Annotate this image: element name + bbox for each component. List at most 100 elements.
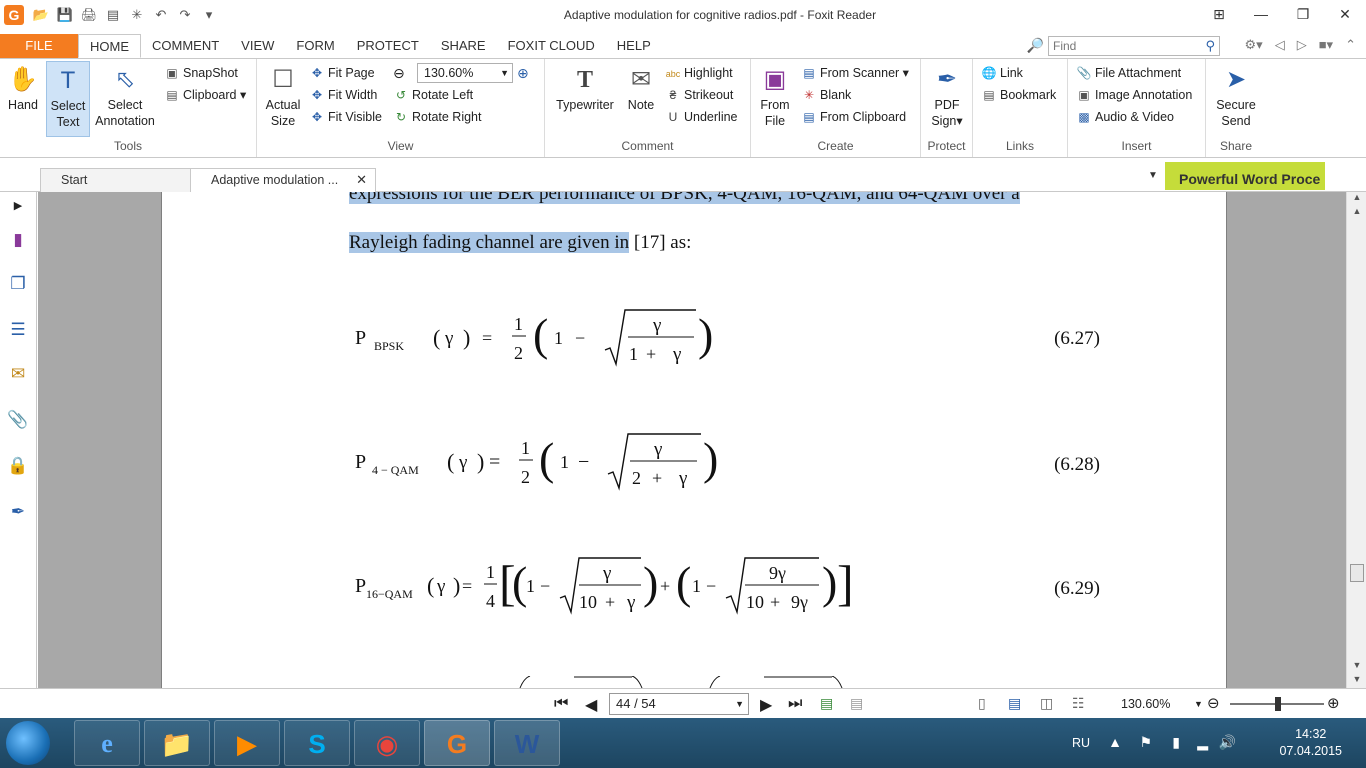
clipboard-button[interactable]: ▤ Clipboard ▾ [164,86,246,104]
zoom-in-icon[interactable]: ⊕ [1327,694,1340,712]
settings-gear-icon[interactable]: ⚙▾ [1245,37,1263,53]
facing-page-icon[interactable]: ◫ [1040,695,1053,712]
layers-panel-icon[interactable]: ☰ [6,318,30,342]
file-explorer-icon[interactable]: 📁 [144,720,210,766]
tab-home[interactable]: HOME [78,34,141,58]
text-line-1[interactable]: expressions for the BER performance of B… [349,192,1020,205]
user-avatar-icon[interactable]: ■▾ [1319,37,1333,53]
close-tab-icon[interactable]: ✕ [356,169,367,191]
blank-button[interactable]: ✳ Blank [801,86,851,104]
scroll-page-down-icon[interactable]: ▼ [1347,660,1366,670]
audio-video-button[interactable]: ▩ Audio & Video [1076,108,1174,126]
find-input[interactable]: Find ⚲ [1048,36,1220,56]
highlight-button[interactable]: abc Highlight [665,64,733,83]
text-line-2[interactable]: Rayleigh fading channel are given in [17… [349,232,691,254]
image-annotation-button[interactable]: ▣ Image Annotation [1076,86,1192,104]
tabs-dropdown-icon[interactable]: ▼ [1148,170,1158,181]
fit-visible-button[interactable]: ✥ Fit Visible [309,108,382,126]
from-file-button[interactable]: ▣ From File [757,61,793,129]
tab-comment[interactable]: COMMENT [141,34,230,58]
tab-view[interactable]: VIEW [230,34,285,58]
minimize-button[interactable]: — [1240,0,1282,28]
zoom-combo[interactable]: 130.60% ▼ [417,63,513,83]
bookmark-button[interactable]: ▤ Bookmark [981,86,1056,104]
vertical-scrollbar[interactable]: ▲ ▲ ▼ ▼ [1346,192,1366,688]
next-view-icon[interactable]: ▤ [850,695,863,712]
foxit-reader-taskbar-icon[interactable]: G [424,720,490,766]
power-icon[interactable]: ▮ [1172,734,1180,751]
rotate-right-button[interactable]: ↻ Rotate Right [393,108,482,126]
pdf-sign-button[interactable]: ✒ PDF Sign▾ [927,61,967,129]
skype-icon[interactable]: S [284,720,350,766]
comments-panel-icon[interactable]: ✉ [6,362,30,386]
tab-file[interactable]: FILE [0,34,78,58]
ribbon-display-icon[interactable]: ⊞ [1198,0,1240,28]
continuous-page-icon[interactable]: ▤ [1008,695,1021,712]
hand-button[interactable]: ✋ Hand [4,61,42,113]
tab-share[interactable]: SHARE [430,34,497,58]
word-icon[interactable]: W [494,720,560,766]
single-page-icon[interactable]: ▯ [978,695,986,712]
tab-current-document[interactable]: Adaptive modulation ... ✕ [190,168,376,192]
chrome-icon[interactable]: ◉ [354,720,420,766]
zoom-in-icon[interactable]: ⊕ [517,64,529,82]
maximize-button[interactable]: ❐ [1282,0,1324,28]
link-button[interactable]: 🌐 Link [981,64,1023,82]
expand-pane-icon[interactable]: ▶ [6,194,30,218]
tab-foxit-cloud[interactable]: FOXIT CLOUD [497,34,606,58]
typewriter-button[interactable]: T Typewriter [551,61,619,113]
clock[interactable]: 14:32 07.04.2015 [1279,726,1342,760]
scroll-down-icon[interactable]: ▼ [1347,674,1366,684]
zoom-dropdown-icon[interactable]: ▼ [1194,699,1203,709]
scroll-up-icon[interactable]: ▲ [1347,192,1366,202]
fit-width-button[interactable]: ✥ Fit Width [309,86,377,104]
page-number-input[interactable]: 44 / 54 ▼ [609,693,749,715]
scrollbar-thumb[interactable] [1350,564,1364,582]
tab-form[interactable]: FORM [285,34,345,58]
document-viewport[interactable]: expressions for the BER performance of B… [38,192,1346,688]
close-button[interactable]: ✕ [1324,0,1366,28]
media-player-icon[interactable]: ▶ [214,720,280,766]
file-attachment-button[interactable]: 📎 File Attachment [1076,64,1182,82]
underline-button[interactable]: U Underline [665,108,738,126]
signatures-panel-icon[interactable]: ✒ [6,500,30,524]
actual-size-button[interactable]: ☐ Actual Size [263,61,303,129]
previous-view-icon[interactable]: ▤ [820,695,833,712]
show-hidden-icons-icon[interactable]: ▲ [1108,734,1122,750]
last-page-icon[interactable]: ⏭ [788,695,802,713]
find-folder-icon[interactable]: 🔎 [1027,37,1044,54]
rotate-left-button[interactable]: ↺ Rotate Left [393,86,473,104]
next-icon[interactable]: ▷ [1297,37,1307,53]
select-text-button[interactable]: T Select Text [46,61,90,137]
select-annotation-button[interactable]: ⬁ Select Annotation [92,61,158,129]
tab-start[interactable]: Start [40,168,192,192]
volume-icon[interactable]: 🔊 [1219,734,1236,751]
tab-help[interactable]: HELP [606,34,662,58]
promo-banner[interactable]: Powerful Word Proce [1165,162,1325,190]
bookmarks-panel-icon[interactable]: ▮ [6,228,30,252]
from-clipboard-button[interactable]: ▤ From Clipboard [801,108,906,126]
previous-icon[interactable]: ◁ [1275,37,1285,53]
zoom-out-icon[interactable]: ⊖ [393,64,405,82]
zoom-out-icon[interactable]: ⊖ [1207,694,1220,712]
start-button[interactable] [6,721,50,765]
attachments-panel-icon[interactable]: 📎 [6,408,30,432]
fit-page-button[interactable]: ✥ Fit Page [309,64,375,82]
action-center-icon[interactable]: ⚑ [1139,734,1152,751]
continuous-facing-icon[interactable]: ☷ [1072,695,1085,712]
secure-send-button[interactable]: ➤ Secure Send [1212,61,1260,129]
next-page-icon[interactable]: ▶ [760,695,772,715]
network-signal-icon[interactable]: ▂ [1197,734,1208,751]
pdf-page[interactable]: expressions for the BER performance of B… [161,192,1227,688]
from-scanner-button[interactable]: ▤ From Scanner ▾ [801,64,909,82]
pages-panel-icon[interactable]: ❐ [6,272,30,296]
language-indicator[interactable]: RU [1072,736,1090,750]
previous-page-icon[interactable]: ◀ [585,695,597,715]
zoom-slider-knob[interactable] [1275,697,1281,711]
tab-protect[interactable]: PROTECT [346,34,430,58]
zoom-level[interactable]: 130.60% [1121,697,1170,711]
search-icon[interactable]: ⚲ [1205,38,1215,54]
security-panel-icon[interactable]: 🔒 [6,454,30,478]
scroll-page-up-icon[interactable]: ▲ [1347,206,1366,216]
strikeout-button[interactable]: ₴ Strikeout [665,86,734,104]
